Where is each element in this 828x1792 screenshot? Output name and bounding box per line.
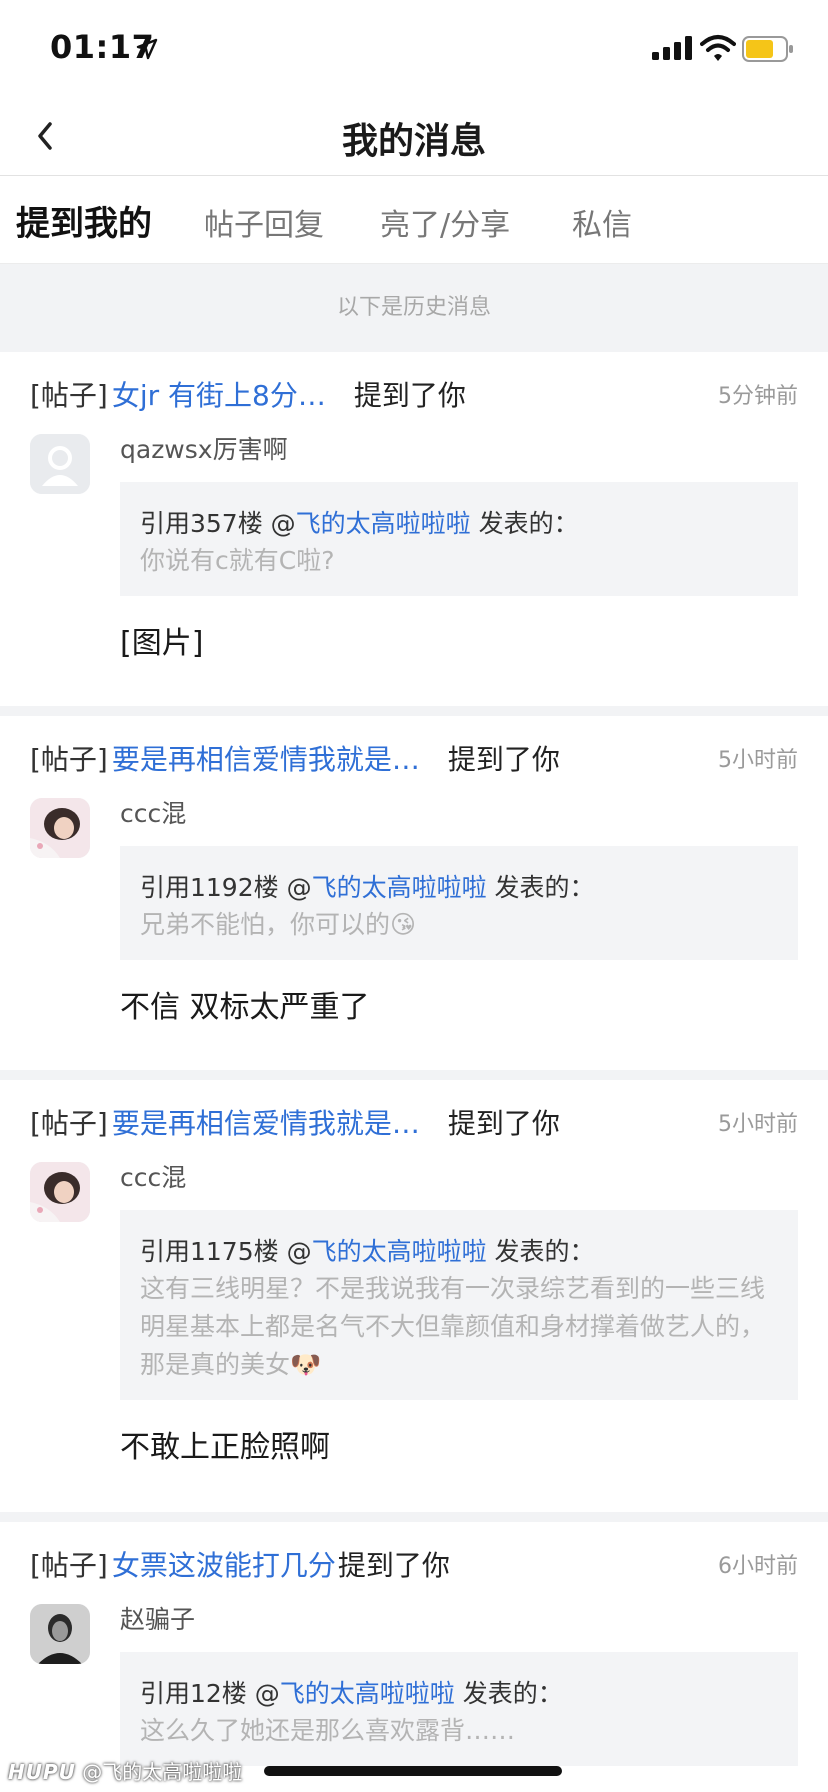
status-bar: 01:17 (0, 0, 828, 96)
quote-user-link[interactable]: 飞的太高啦啦啦 (296, 509, 471, 538)
quote-block: 引用1175楼 @飞的太高啦啦啦 发表的： 这有三线明星？不是我说我有一次录综艺… (120, 1210, 798, 1400)
message-card[interactable]: [帖子] 女票这波能打几分提到了你 6小时前 赵骗子 引用12楼 @飞的太高啦啦啦… (0, 1522, 828, 1792)
avatar[interactable] (30, 1604, 90, 1664)
message-time: 5小时前 (718, 748, 798, 773)
wifi-icon (700, 35, 736, 61)
message-card[interactable]: [帖子] 要是再相信爱情我就是… 提到了你 5小时前 ccc混 引用1192楼 @飞… (0, 716, 828, 1070)
post-title-link[interactable]: 要是再相信爱情我就是… (112, 738, 420, 778)
quote-prefix: 引用1192楼 @ (140, 873, 312, 902)
quote-prefix: 引用1175楼 @ (140, 1237, 312, 1266)
quote-text: 兄弟不能怕，你可以的😘 (140, 910, 417, 939)
post-title-link[interactable]: 女jr 有街上8分… (112, 374, 326, 414)
post-tag: [帖子] (30, 1107, 108, 1140)
quote-user-link[interactable]: 飞的太高啦啦啦 (312, 1237, 487, 1266)
message-time: 6小时前 (718, 1554, 798, 1579)
message-header: [帖子] 要是再相信爱情我就是… 提到了你 5小时前 (30, 738, 798, 782)
quote-block: 引用357楼 @飞的太高啦啦啦 发表的： 你说有c就有C啦? (120, 482, 798, 596)
avatar[interactable] (30, 798, 90, 858)
post-tag: [帖子] (30, 1549, 108, 1582)
divider (0, 1512, 828, 1522)
username[interactable]: ccc混 (120, 1158, 186, 1194)
message-card[interactable]: [帖子] 女jr 有街上8分… 提到了你 5分钟前 qazwsx厉害啊 引用357楼… (0, 352, 828, 706)
post-tag: [帖子] (30, 743, 108, 776)
quote-prefix: 引用12楼 @ (140, 1679, 280, 1708)
user-photo-icon (30, 798, 90, 858)
mentioned-text: 提到了你 (447, 743, 560, 776)
nav-bar: 我的消息 (0, 96, 828, 176)
quote-user-link[interactable]: 飞的太高啦啦啦 (312, 873, 487, 902)
tab-likes-shares[interactable]: 亮了/分享 (380, 200, 510, 244)
quote-prefix: 引用357楼 @ (140, 509, 296, 538)
battery-icon (742, 36, 793, 62)
quote-user-link[interactable]: 飞的太高啦啦啦 (280, 1679, 455, 1708)
message-header: [帖子] 要是再相信爱情我就是… 提到了你 5小时前 (30, 1102, 798, 1146)
mentioned-text: 提到了你 (447, 1107, 560, 1140)
tab-private-messages[interactable]: 私信 (572, 200, 632, 244)
quote-suffix: 发表的： (454, 1679, 563, 1708)
avatar[interactable] (30, 434, 90, 494)
divider (0, 1070, 828, 1080)
username[interactable]: 赵骗子 (120, 1600, 195, 1636)
cellular-signal-icon (652, 36, 692, 60)
message-time: 5分钟前 (718, 384, 798, 409)
message-card[interactable]: [帖子] 要是再相信爱情我就是… 提到了你 5小时前 ccc混 引用1175楼 @飞… (0, 1080, 828, 1512)
page-title: 我的消息 (341, 121, 486, 162)
message-header: [帖子] 女jr 有街上8分… 提到了你 5分钟前 (30, 374, 798, 418)
message-header: [帖子] 女票这波能打几分提到了你 6小时前 (30, 1544, 798, 1588)
hupu-watermark: HUPU @飞的太高啦啦啦 (8, 1756, 242, 1785)
post-title-link[interactable]: 女票这波能打几分 (112, 1544, 336, 1584)
message-time: 5小时前 (718, 1112, 798, 1137)
post-title-link[interactable]: 要是再相信爱情我就是… (112, 1102, 420, 1142)
quote-text: 这有三线明星？不是我说我有一次录综艺看到的一些三线明星基本上都是名气不大但靠颜值… (140, 1274, 766, 1379)
post-tag: [帖子] (30, 379, 108, 412)
quote-block: 引用1192楼 @飞的太高啦啦啦 发表的： 兄弟不能怕，你可以的😘 (120, 846, 798, 960)
history-banner: 以下是历史消息 (0, 264, 828, 352)
user-photo-icon (30, 1604, 90, 1664)
tab-post-replies[interactable]: 帖子回复 (204, 200, 324, 244)
quote-suffix: 发表的： (486, 873, 595, 902)
quote-text: 这么久了她还是那么喜欢露背…… (140, 1716, 516, 1745)
reply-text: [图片] (120, 626, 204, 661)
reply-text: 不信 双标太严重了 (120, 990, 370, 1025)
quote-block: 引用12楼 @飞的太高啦啦啦 发表的： 这么久了她还是那么喜欢露背…… (120, 1652, 798, 1766)
tab-bar: 提到我的 帖子回复 亮了/分享 私信 (0, 176, 828, 264)
default-avatar-icon (30, 434, 90, 494)
reply-text: 不敢上正脸照啊 (120, 1430, 330, 1465)
mentioned-text: 提到了你 (337, 1549, 450, 1582)
home-indicator[interactable] (264, 1766, 562, 1776)
mentioned-text: 提到了你 (353, 379, 466, 412)
username[interactable]: ccc混 (120, 794, 186, 830)
quote-suffix: 发表的： (470, 509, 579, 538)
location-arrow-icon (136, 38, 158, 60)
tab-mentions[interactable]: 提到我的 (16, 196, 152, 245)
username[interactable]: qazwsx厉害啊 (120, 430, 288, 466)
user-photo-icon (30, 1162, 90, 1222)
watermark-handle: @飞的太高啦啦啦 (82, 1760, 243, 1784)
avatar[interactable] (30, 1162, 90, 1222)
divider (0, 706, 828, 716)
quote-suffix: 发表的： (486, 1237, 595, 1266)
quote-text: 你说有c就有C啦? (140, 546, 335, 575)
watermark-brand: HUPU (8, 1760, 76, 1784)
